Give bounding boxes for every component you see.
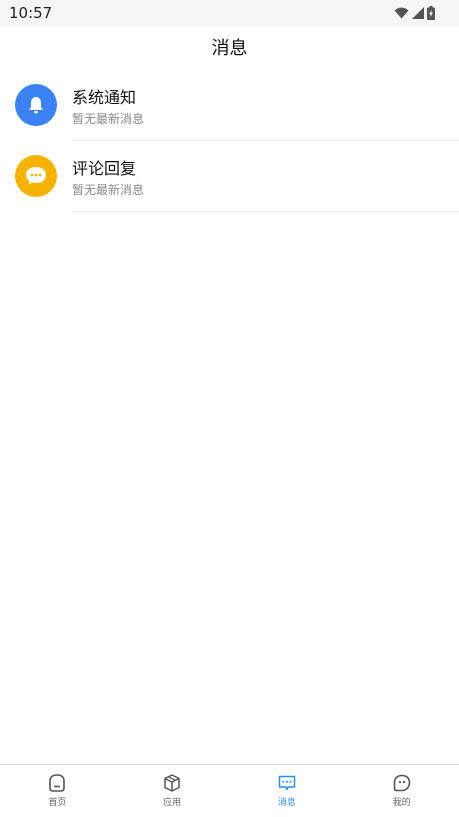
chat-bubble-icon: [15, 155, 57, 197]
signal-icon: [412, 7, 424, 19]
tab-label: 首页: [48, 798, 67, 808]
tab-messages[interactable]: 消息: [230, 765, 345, 817]
home-icon: [49, 774, 66, 792]
wifi-icon: [394, 7, 409, 19]
status-icons: [394, 5, 435, 21]
tab-apps[interactable]: 应用: [115, 765, 230, 817]
profile-icon: [393, 774, 410, 792]
message-title: 评论回复: [72, 159, 137, 178]
tab-home[interactable]: 首页: [0, 765, 115, 817]
message-subtitle: 暂无最新消息: [72, 183, 145, 197]
message-title: 系统通知: [72, 88, 137, 107]
bottom-tab-bar: 首页 应用 消息 我的: [0, 764, 459, 817]
message-item-comment-reply[interactable]: 评论回复 暂无最新消息: [0, 142, 459, 212]
tab-label: 我的: [392, 798, 411, 808]
divider: [72, 211, 459, 212]
divider: [72, 140, 459, 141]
tab-label: 消息: [277, 798, 296, 808]
status-bar: 10:57: [0, 0, 459, 26]
message-subtitle: 暂无最新消息: [72, 112, 145, 126]
battery-icon: [427, 6, 435, 20]
message-item-system-notice[interactable]: 系统通知 暂无最新消息: [0, 71, 459, 141]
message-icon: [278, 775, 296, 791]
tab-label: 应用: [163, 798, 182, 808]
cube-icon: [164, 774, 180, 792]
status-time: 10:57: [9, 4, 53, 22]
tab-profile[interactable]: 我的: [344, 765, 459, 817]
page-title: 消息: [211, 38, 248, 59]
bell-icon: [15, 84, 57, 126]
